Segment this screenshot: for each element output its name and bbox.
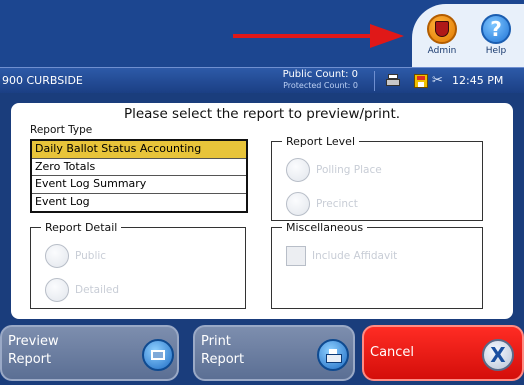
miscellaneous-legend: Miscellaneous — [286, 221, 364, 234]
radio-circle[interactable] — [45, 244, 69, 268]
ballot-counts: Public Count: 0 Protected Count: 0 — [278, 69, 358, 91]
radio-circle[interactable] — [45, 278, 69, 302]
report-type-item-daily-ballot-status[interactable]: Daily Ballot Status Accounting — [32, 141, 246, 159]
help-label: Help — [485, 46, 507, 56]
radio-label: Polling Place — [316, 164, 382, 176]
report-selection-panel: Please select the report to preview/prin… — [11, 103, 513, 319]
report-type-item-event-log[interactable]: Event Log — [32, 194, 246, 212]
clock: 12:45 PM — [452, 74, 504, 87]
report-type-label: Report Type — [30, 124, 93, 136]
cancel-label: Cancel — [370, 345, 415, 360]
report-detail-group: Report Detail Public Detailed — [30, 221, 246, 309]
prompt-text: Please select the report to preview/prin… — [123, 106, 401, 122]
report-type-item-zero-totals[interactable]: Zero Totals — [32, 159, 246, 176]
checkbox-box[interactable] — [286, 246, 306, 266]
preview-screen-icon — [142, 339, 174, 371]
printer-icon — [386, 74, 400, 88]
report-type-item-event-log-summary[interactable]: Event Log Summary — [32, 176, 246, 194]
red-arrow-head — [370, 24, 404, 48]
radio-public[interactable]: Public — [45, 244, 106, 268]
radio-label: Public — [75, 250, 107, 262]
preview-report-button[interactable]: Preview Report — [0, 325, 179, 381]
print-label-line1: Print — [201, 334, 231, 349]
report-level-group: Report Level Polling Place Precinct — [271, 135, 483, 221]
report-type-list: Daily Ballot Status Accounting Zero Tota… — [30, 139, 248, 213]
status-divider — [374, 71, 375, 91]
report-level-legend: Report Level — [286, 135, 355, 148]
checkbox-label: Include Affidavit — [312, 250, 398, 262]
radio-circle[interactable] — [286, 158, 310, 182]
preview-label-line2: Report — [8, 352, 52, 367]
admin-label: Admin — [427, 46, 457, 56]
precinct-name: 900 CURBSIDE — [2, 74, 83, 87]
checkbox-include-affidavit[interactable]: Include Affidavit — [286, 246, 397, 266]
print-report-button[interactable]: Print Report — [193, 325, 355, 381]
top-header: Admin ? Help — [0, 0, 524, 67]
cancel-x-icon: X — [482, 339, 514, 371]
radio-circle[interactable] — [286, 192, 310, 216]
radio-label: Detailed — [75, 284, 120, 296]
print-report-label: Print Report — [201, 333, 261, 369]
public-count: Public Count: 0 — [282, 69, 358, 80]
help-button[interactable]: ? Help — [470, 6, 522, 62]
radio-precinct[interactable]: Precinct — [286, 192, 358, 216]
radio-polling-place[interactable]: Polling Place — [286, 158, 382, 182]
radio-label: Precinct — [316, 198, 358, 210]
report-detail-legend: Report Detail — [45, 221, 118, 234]
preview-report-label: Preview Report — [8, 333, 68, 369]
protected-count: Protected Count: 0 — [283, 81, 358, 90]
status-bar: 900 CURBSIDE Public Count: 0 Protected C… — [0, 67, 524, 93]
printer-icon — [317, 339, 349, 371]
miscellaneous-group: Miscellaneous Include Affidavit — [271, 221, 483, 309]
cancel-button[interactable]: Cancel X — [362, 325, 524, 381]
plug-icon: ✂ — [432, 73, 443, 88]
shield-icon — [427, 14, 457, 44]
admin-button[interactable]: Admin — [416, 6, 468, 62]
preview-label-line1: Preview — [8, 334, 59, 349]
radio-detailed[interactable]: Detailed — [45, 278, 119, 302]
red-arrow-shaft — [233, 34, 373, 38]
help-question-icon: ? — [481, 14, 511, 44]
print-label-line2: Report — [201, 352, 245, 367]
save-icon — [414, 74, 428, 88]
